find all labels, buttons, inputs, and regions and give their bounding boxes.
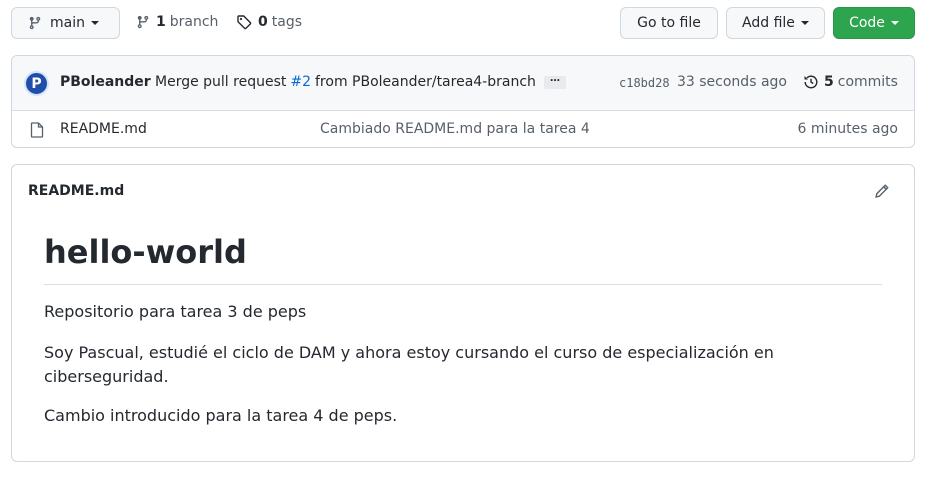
- branch-label: branch: [169, 14, 219, 30]
- tags-link[interactable]: 0 tags: [236, 14, 302, 30]
- commits-label: commits: [837, 74, 898, 90]
- readme-paragraph: Cambio introducido para la tarea 4 de pe…: [44, 406, 398, 425]
- commit-message-prefix: Merge pull request: [155, 74, 287, 90]
- file-time: 6 minutes ago: [797, 121, 898, 137]
- file-name[interactable]: README.md: [60, 121, 147, 137]
- git-branch-icon: [28, 16, 42, 30]
- commit-message[interactable]: Merge pull request #2 from PBoleander/ta…: [155, 74, 536, 90]
- pencil-icon[interactable]: [874, 183, 890, 199]
- chevron-down-icon: [890, 21, 899, 25]
- branch-name: main: [50, 15, 85, 31]
- readme-panel: README.md hello-world Repositorio para t…: [11, 164, 915, 462]
- add-file-button[interactable]: Add file: [726, 7, 825, 39]
- file-icon: [30, 122, 44, 138]
- commit-count: 5: [824, 74, 834, 90]
- commit-message-suffix: from PBoleander/tarea4-branch: [315, 74, 536, 90]
- list-item[interactable]: README.md Cambiado README.md para la tar…: [12, 111, 914, 147]
- commits-link[interactable]: 5 commits: [803, 74, 898, 90]
- avatar[interactable]: P: [24, 71, 49, 96]
- chevron-down-icon: [90, 21, 99, 25]
- branch-count: 1: [156, 14, 166, 30]
- file-list: P PBoleander Merge pull request #2 from …: [11, 55, 915, 148]
- readme-paragraph: Soy Pascual, estudié el ciclo de DAM y a…: [44, 343, 774, 386]
- branches-link[interactable]: 1 branch: [136, 14, 218, 30]
- readme-header[interactable]: README.md: [28, 183, 124, 199]
- go-to-file-label: Go to file: [637, 15, 701, 31]
- branch-selector-button[interactable]: main: [11, 7, 120, 39]
- tag-count: 0: [258, 14, 268, 30]
- commit-time[interactable]: 33 seconds ago: [677, 74, 787, 90]
- readme-title: hello-world: [44, 233, 247, 271]
- commit-author[interactable]: PBoleander: [60, 74, 151, 90]
- tag-label: tags: [271, 14, 302, 30]
- readme-paragraph: Repositorio para tarea 3 de peps: [44, 302, 307, 321]
- chevron-down-icon: [800, 21, 809, 25]
- commit-sha[interactable]: c18bd28: [619, 76, 670, 90]
- code-label: Code: [849, 15, 885, 31]
- expand-commit-button[interactable]: …: [544, 74, 566, 89]
- file-last-commit[interactable]: Cambiado README.md para la tarea 4: [320, 121, 590, 137]
- go-to-file-button[interactable]: Go to file: [620, 7, 718, 39]
- git-branch-icon: [136, 15, 150, 29]
- tag-icon: [236, 14, 252, 30]
- code-button[interactable]: Code: [833, 7, 915, 39]
- latest-commit-bar: P PBoleander Merge pull request #2 from …: [12, 56, 914, 111]
- history-icon: [803, 74, 819, 90]
- add-file-label: Add file: [742, 15, 795, 31]
- pull-request-link[interactable]: #2: [290, 74, 311, 90]
- divider: [44, 284, 882, 285]
